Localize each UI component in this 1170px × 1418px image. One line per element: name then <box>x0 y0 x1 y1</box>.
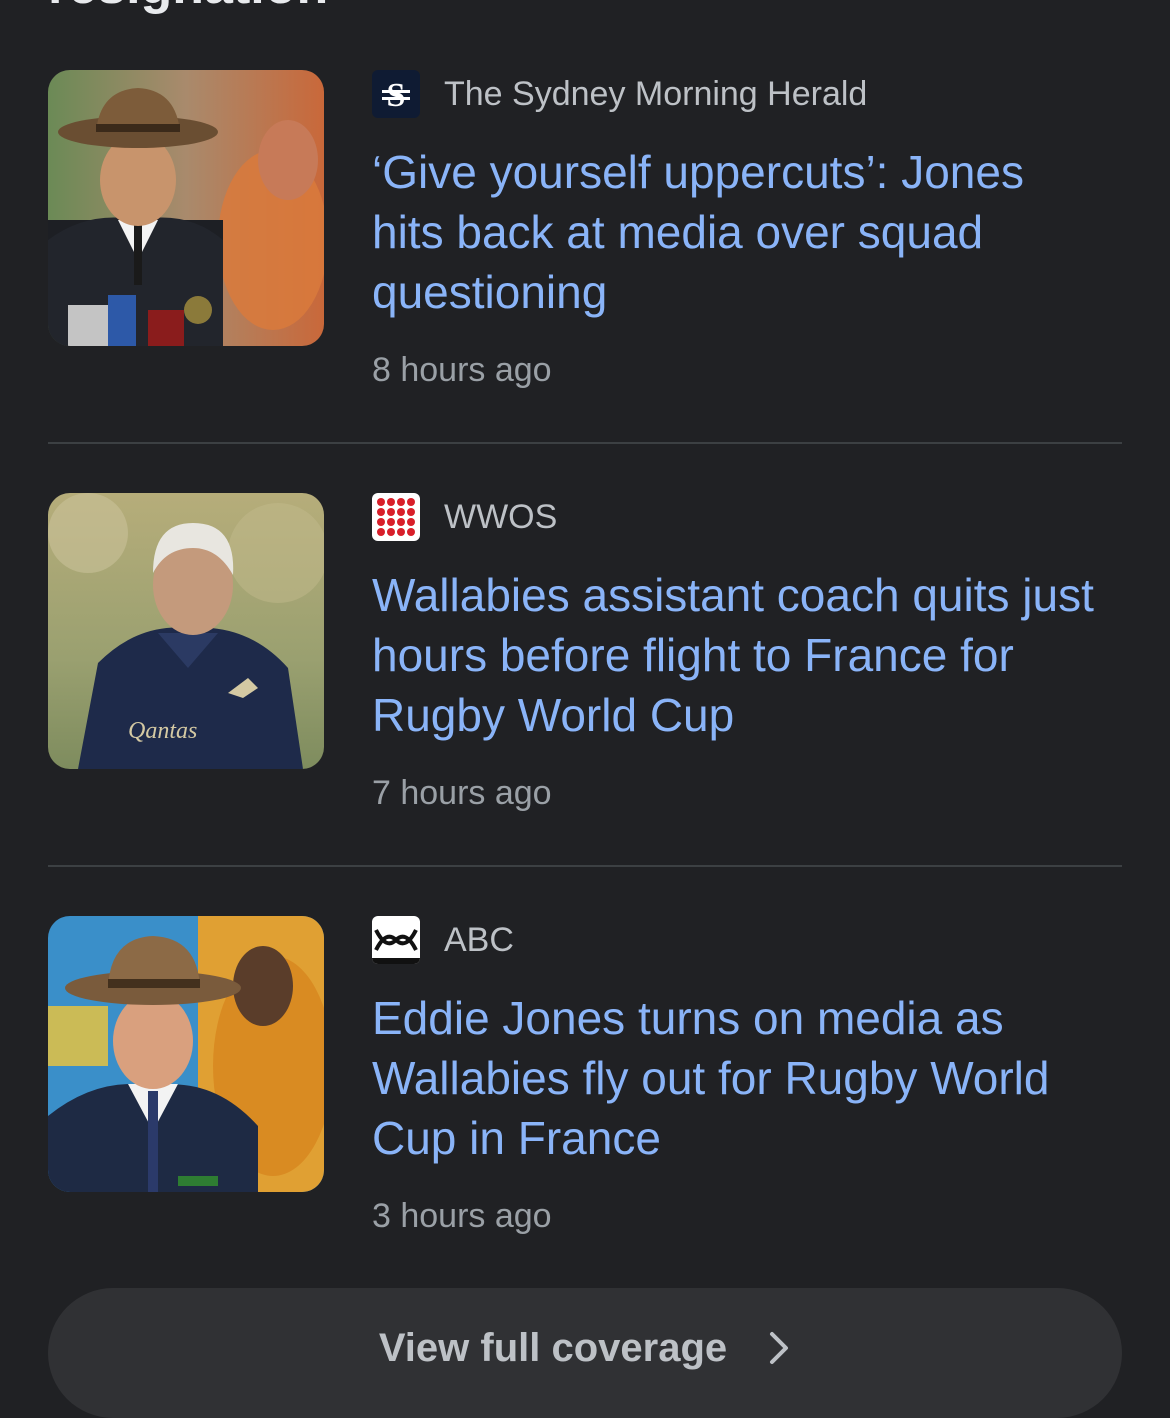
svg-text:S: S <box>387 77 406 114</box>
article-thumbnail[interactable] <box>48 916 324 1192</box>
abc-logo-icon <box>372 916 420 964</box>
view-full-coverage-label: View full coverage <box>378 1325 728 1370</box>
article-time: 3 hours ago <box>372 1197 552 1235</box>
smh-logo-icon: S <box>372 70 420 118</box>
article-headline[interactable]: Wallabies assistant coach quits just hou… <box>372 565 1102 745</box>
svg-text:Qantas: Qantas <box>128 718 197 744</box>
press-conference-image <box>48 70 324 346</box>
section-heading: resignation <box>48 0 328 12</box>
article-thumbnail[interactable] <box>48 70 324 346</box>
news-article[interactable]: Qantas WWOS Wallabies assistant coach qu… <box>48 493 1122 913</box>
source-name: The Sydney Morning Herald <box>444 75 868 113</box>
divider <box>48 442 1122 444</box>
news-article[interactable]: S The Sydney Morning Herald ‘Give yourse… <box>48 70 1122 490</box>
article-headline[interactable]: Eddie Jones turns on media as Wallabies … <box>372 988 1102 1168</box>
chevron-right-icon <box>767 1328 791 1368</box>
article-thumbnail[interactable]: Qantas <box>48 493 324 769</box>
wwos-logo-icon <box>372 493 420 541</box>
view-full-coverage-button[interactable]: View full coverage <box>48 1288 1122 1418</box>
man-in-hat-image <box>48 916 324 1192</box>
source-name: ABC <box>444 921 514 959</box>
article-source: ABC <box>372 916 514 964</box>
article-headline[interactable]: ‘Give yourself uppercuts’: Jones hits ba… <box>372 142 1102 322</box>
divider <box>48 865 1122 867</box>
article-time: 8 hours ago <box>372 351 552 389</box>
article-time: 7 hours ago <box>372 774 552 812</box>
source-name: WWOS <box>444 498 558 536</box>
news-article[interactable]: ABC Eddie Jones turns on media as Wallab… <box>48 916 1122 1336</box>
article-source: WWOS <box>372 493 557 541</box>
coach-training-image: Qantas <box>48 493 324 769</box>
article-source: S The Sydney Morning Herald <box>372 70 867 118</box>
